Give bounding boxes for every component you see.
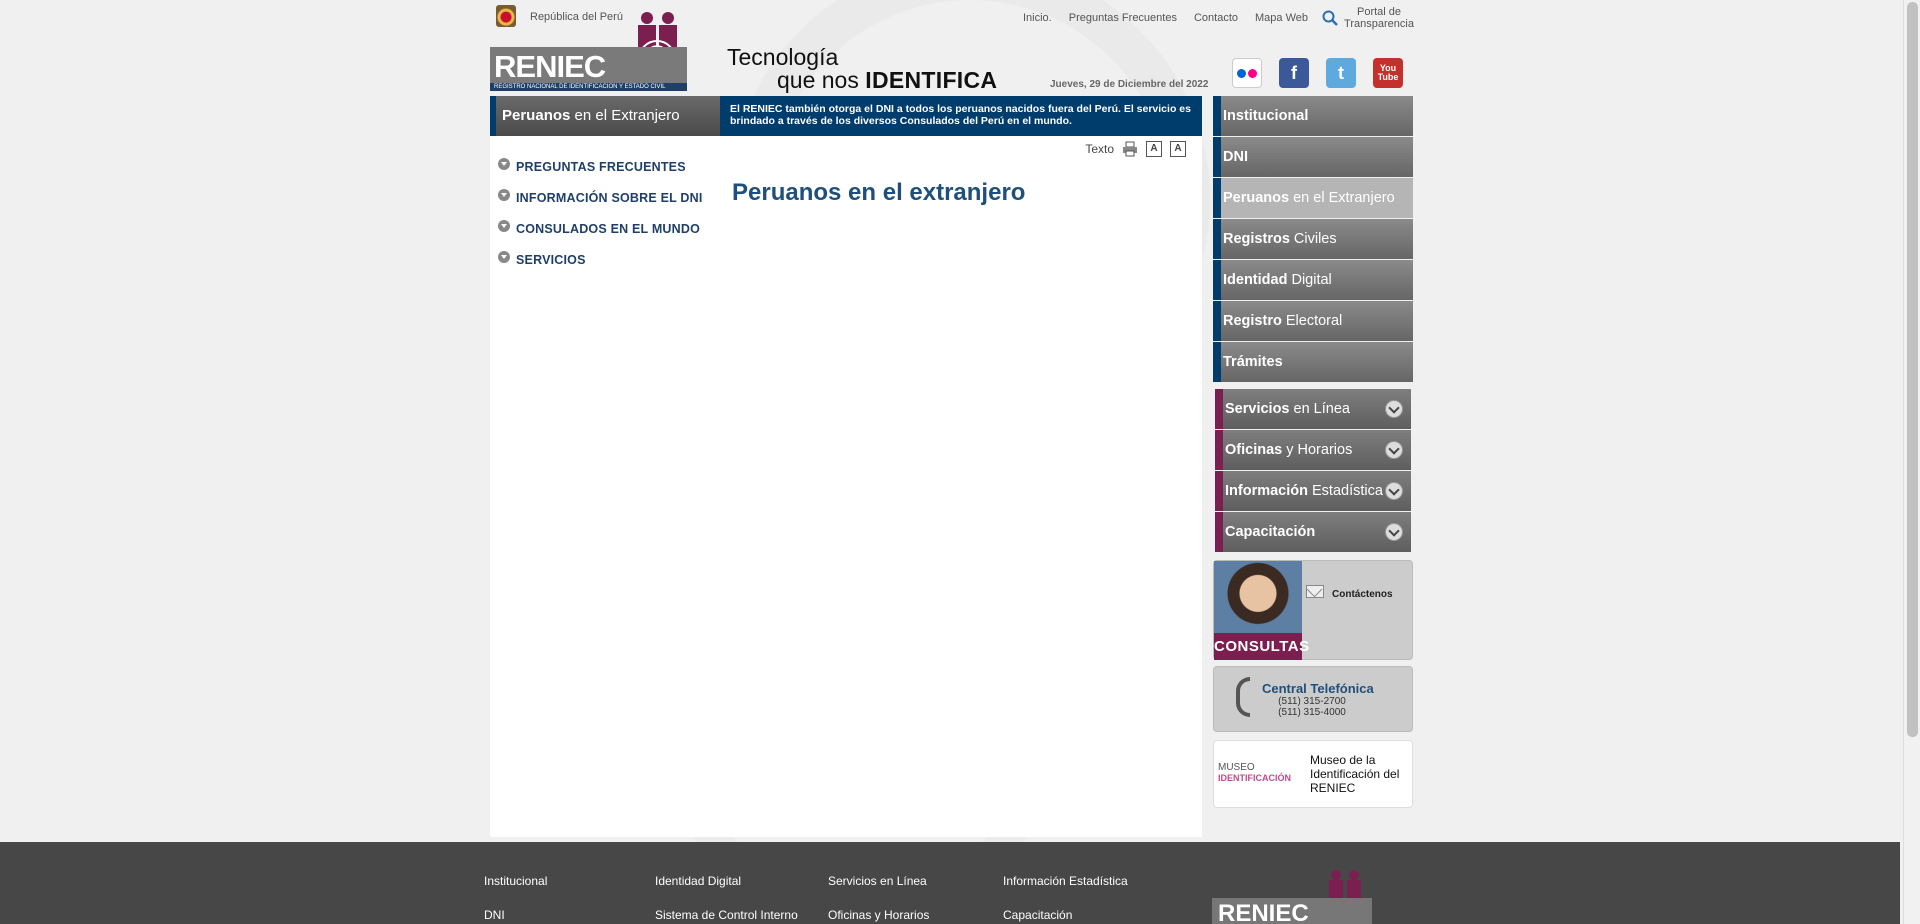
left-menu-item-preguntas[interactable]: PREGUNTAS FRECUENTES	[498, 151, 703, 182]
footer-link-institucional[interactable]: Institucional	[484, 874, 547, 888]
logo-wordmark: RENIEC	[490, 47, 687, 84]
museo-text: Museo de la Identificación del RENIEC	[1310, 753, 1400, 795]
right-menu-item-institucional[interactable]: Institucional	[1213, 96, 1413, 136]
chevron-down-icon[interactable]	[1385, 482, 1403, 500]
agent-photo	[1214, 561, 1302, 633]
footer-link-identidad-digital[interactable]: Identidad Digital	[655, 874, 741, 888]
font-decrease-icon[interactable]: A	[1146, 141, 1162, 157]
left-menu-item-consulados[interactable]: CONSULADOS EN EL MUNDO	[498, 213, 703, 244]
print-icon[interactable]	[1122, 141, 1138, 157]
left-menu-item-informacion-dni[interactable]: INFORMACIÓN SOBRE EL DNI	[498, 182, 703, 213]
expand-circle-icon	[498, 250, 510, 263]
museo-logo: MUSEO IDENTIFICACIÓN	[1218, 762, 1291, 784]
right-menu-item-servicios-linea[interactable]: Servicios en Línea	[1215, 389, 1411, 429]
link-contacto[interactable]: Contacto	[1194, 12, 1238, 24]
footer-link-informacion-estadistica[interactable]: Información Estadística	[1003, 874, 1128, 888]
right-menu: Institucional DNI Peruanos en el Extranj…	[1213, 96, 1413, 553]
right-menu-item-registro-electoral[interactable]: Registro Electoral	[1213, 301, 1413, 341]
right-menu-item-dni[interactable]: DNI	[1213, 137, 1413, 177]
central-telefonica: Central Telefónica (511) 315-2700 (511) …	[1213, 666, 1413, 732]
expand-circle-icon	[498, 188, 510, 201]
footer-link-capacitacion[interactable]: Capacitación	[1003, 908, 1072, 922]
central-numbers: (511) 315-2700 (511) 315-4000	[1278, 696, 1346, 718]
footer-link-servicios-linea[interactable]: Servicios en Línea	[828, 874, 927, 888]
reniec-logo[interactable]: RENIEC REGISTRO NACIONAL DE IDENTIFICACI…	[490, 11, 687, 91]
central-title: Central Telefónica	[1262, 681, 1374, 696]
chevron-down-icon[interactable]	[1385, 523, 1403, 541]
tagline-line1: Tecnología	[727, 44, 839, 70]
logo-subtitle: REGISTRO NACIONAL DE IDENTIFICACIÓN Y ES…	[490, 83, 687, 91]
museo-banner[interactable]: MUSEO IDENTIFICACIÓN Museo de la Identifi…	[1213, 740, 1413, 808]
footer-link-control-interno[interactable]: Sistema de Control Interno	[655, 908, 798, 922]
flickr-icon[interactable]	[1232, 58, 1262, 88]
footer-logo-wordmark: RENIEC	[1212, 898, 1372, 924]
font-increase-icon[interactable]: A	[1170, 141, 1186, 157]
footer-link-oficinas-horarios[interactable]: Oficinas y Horarios	[828, 908, 929, 922]
section-title: Peruanos en el Extranjero	[490, 96, 720, 136]
chevron-down-icon[interactable]	[1385, 441, 1403, 459]
footer: Institucional DNI Identidad Digital Sist…	[0, 842, 1900, 924]
left-menu-item-servicios[interactable]: SERVICIOS	[498, 244, 703, 275]
footer-reniec-logo: RENIEC	[1212, 870, 1372, 924]
consultas-banner[interactable]: CONSULTAS Contáctenos	[1213, 560, 1413, 660]
contactenos-link[interactable]: Contáctenos	[1332, 589, 1393, 600]
right-menu-item-oficinas-horarios[interactable]: Oficinas y Horarios	[1215, 430, 1411, 470]
link-preguntas-frecuentes[interactable]: Preguntas Frecuentes	[1069, 12, 1177, 24]
facebook-icon[interactable]: f	[1279, 58, 1309, 88]
right-menu-item-informacion-estadistica[interactable]: Información Estadística	[1215, 471, 1411, 511]
top-links: Inicio. Preguntas Frecuentes Contacto Ma…	[1006, 4, 1414, 30]
right-menu-item-tramites[interactable]: Trámites	[1213, 342, 1413, 382]
right-menu-item-peruanos-extranjero[interactable]: Peruanos en el Extranjero	[1213, 178, 1413, 218]
link-inicio[interactable]: Inicio.	[1023, 12, 1052, 24]
scrollbar-thumb[interactable]	[1907, 2, 1918, 737]
footer-link-dni[interactable]: DNI	[484, 908, 505, 922]
vertical-scrollbar[interactable]	[1903, 0, 1920, 924]
expand-circle-icon	[498, 219, 510, 232]
left-menu: PREGUNTAS FRECUENTES INFORMACIÓN SOBRE E…	[498, 151, 703, 275]
expand-circle-icon	[498, 157, 510, 170]
text-tools: Texto A A	[1085, 141, 1186, 157]
twitter-icon[interactable]: t	[1326, 58, 1356, 88]
consultas-button[interactable]: CONSULTAS	[1214, 633, 1309, 660]
page: República del Perú Inicio. Preguntas Fre…	[490, 0, 1414, 920]
tagline-line2: que nos IDENTIFICA	[777, 67, 998, 93]
text-tools-label: Texto	[1085, 142, 1114, 156]
transparency-search-icon[interactable]	[1322, 10, 1338, 26]
link-portal-transparencia[interactable]: Portal de Transparencia	[1344, 6, 1414, 30]
link-mapa-web[interactable]: Mapa Web	[1255, 12, 1308, 24]
right-menu-item-capacitacion[interactable]: Capacitación	[1215, 512, 1411, 552]
right-menu-item-registros-civiles[interactable]: Registros Civiles	[1213, 219, 1413, 259]
content-panel: Peruanos en el Extranjero El RENIEC tamb…	[490, 96, 1202, 837]
reniec-figures-icon	[1329, 870, 1361, 900]
phone-icon	[1236, 677, 1250, 717]
social-links: f t You Tube	[1232, 58, 1420, 88]
chevron-down-icon[interactable]	[1385, 400, 1403, 418]
mail-icon	[1306, 585, 1324, 598]
right-menu-item-identidad-digital[interactable]: Identidad Digital	[1213, 260, 1413, 300]
youtube-icon[interactable]: You Tube	[1373, 58, 1403, 88]
tagline: Tecnología que nos IDENTIFICA	[727, 46, 997, 92]
section-description: El RENIEC también otorga el DNI a todos …	[720, 96, 1202, 136]
current-date: Jueves, 29 de Diciembre del 2022	[1050, 79, 1209, 90]
page-title: Peruanos en el extranjero	[732, 179, 1026, 206]
